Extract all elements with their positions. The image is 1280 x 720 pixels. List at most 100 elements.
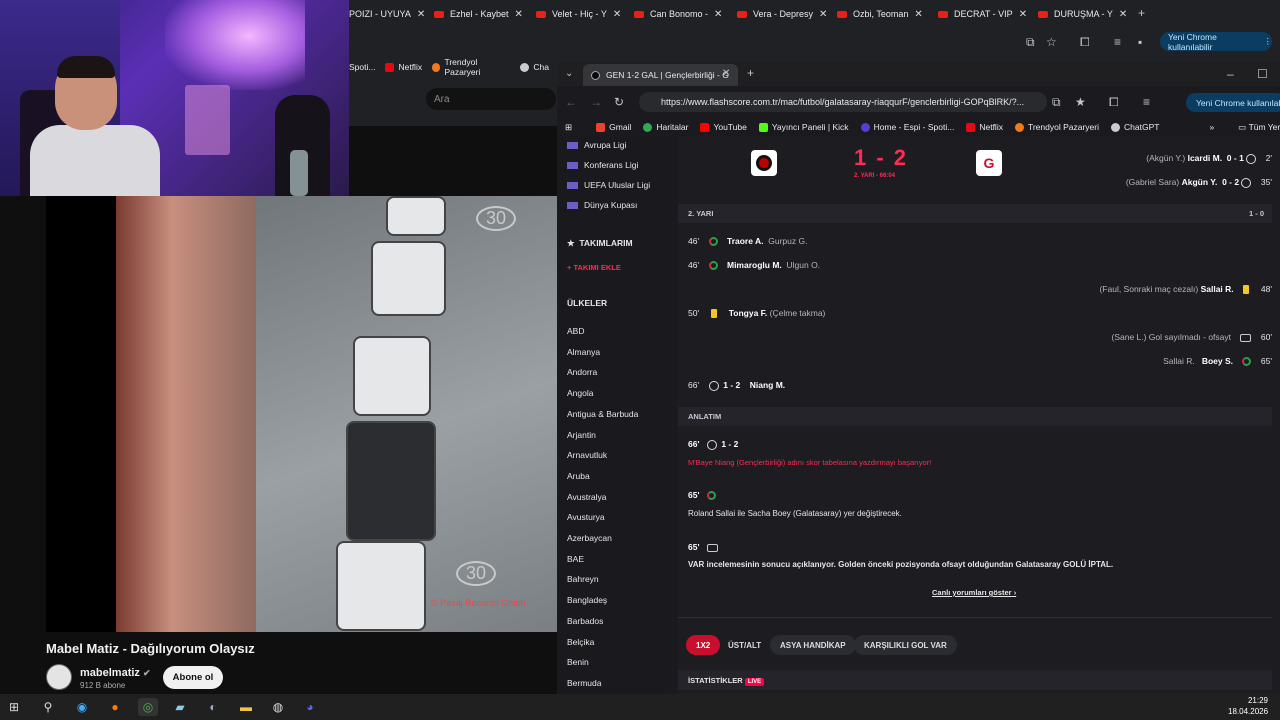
bookmark-maps[interactable]: Haritalar <box>643 122 688 132</box>
tab-1[interactable]: POIZI - UYUYA ✕ <box>349 4 429 24</box>
minimize-icon[interactable]: – <box>1227 67 1234 81</box>
sidebar-country-item[interactable]: Almanya <box>567 347 600 357</box>
flashscore-sidebar: Avrupa Ligi Konferans Ligi UEFA Uluslar … <box>557 136 671 694</box>
address-bar[interactable]: https://www.flashscore.com.tr/mac/futbol… <box>639 92 1047 112</box>
bookmark-netflix[interactable]: Netflix <box>966 122 1003 132</box>
bookmark-trendyol[interactable]: Trendyol Pazaryeri <box>432 57 510 77</box>
bookmark-netflix[interactable]: Netflix <box>385 62 422 72</box>
media-icon[interactable]: ≡ <box>1114 35 1121 49</box>
sidebar-country-item[interactable]: Avustralya <box>567 492 607 502</box>
youtube-icon <box>434 10 444 18</box>
avatar[interactable] <box>46 664 72 690</box>
cast-icon[interactable]: ⧉ <box>1052 95 1061 110</box>
sidebar-country-item[interactable]: Arjantin <box>567 430 596 440</box>
bookmark-trendyol[interactable]: Trendyol Pazaryeri <box>1014 122 1099 132</box>
sidebar-country-item[interactable]: ABD <box>567 326 584 336</box>
substitution-icon <box>708 261 718 271</box>
sidebar-country-item[interactable]: Bangladeş <box>567 595 607 605</box>
tab-flashscore[interactable]: GEN 1-2 GAL | Gençlerbirliği - G <box>583 64 738 86</box>
sidebar-country-item[interactable]: Bahreyn <box>567 574 599 584</box>
sidebar-country-item[interactable]: Bermuda <box>567 678 602 688</box>
tab-over-under[interactable]: ÜST/ALT <box>718 635 771 655</box>
bookmark-spotify[interactable]: Home - Espi - Spoti... <box>860 122 954 132</box>
file-explorer-icon[interactable]: ▬ <box>236 698 256 716</box>
tab-7[interactable]: DECRAT - VIP ✕ <box>938 4 1030 24</box>
subscribe-button[interactable]: Abone ol <box>163 666 223 689</box>
chrome-icon[interactable]: ◎ <box>138 698 158 716</box>
sidebar-item-world-cup[interactable]: Dünya Kupası <box>567 200 637 210</box>
goal-icon <box>1246 153 1257 164</box>
sidebar-country-item[interactable]: Arnavutluk <box>567 450 607 460</box>
back-icon[interactable]: ← <box>565 95 577 109</box>
more-bookmarks-icon[interactable]: » <box>1209 122 1214 132</box>
statistics-header: İSTATİSTİKLER LIVE <box>688 676 765 686</box>
chrome-update-button[interactable]: Yeni Chrome kullanılabilir <box>1186 93 1280 112</box>
search-icon[interactable]: ⚲ <box>38 698 58 716</box>
sidebar-country-item[interactable]: BAE <box>567 554 584 564</box>
delete-icon[interactable]: ▪ <box>1138 35 1142 49</box>
home-team-logo[interactable] <box>751 150 777 176</box>
tab-3[interactable]: Velet - Hiç - Y ✕ <box>536 4 626 24</box>
media-icon[interactable]: ≡ <box>1143 95 1150 109</box>
cast-icon[interactable]: ⧉ <box>1026 35 1035 50</box>
show-comments-link[interactable]: Canlı yorumları göster › <box>932 588 1016 597</box>
substitution-icon <box>708 237 718 247</box>
channel-name[interactable]: mabelmatiz ✔ <box>80 667 151 679</box>
sidebar-country-item[interactable]: Aruba <box>567 471 590 481</box>
bookmark-chatgpt[interactable]: ChatGPT <box>1111 122 1159 132</box>
sidebar-country-item[interactable]: Antigua & Barbuda <box>567 409 638 419</box>
tab-both-teams-score[interactable]: KARŞILIKLI GOL VAR <box>854 635 957 655</box>
tab-asian-handicap[interactable]: ASYA HANDİKAP <box>770 635 856 655</box>
tab-8[interactable]: DURUŞMA - Y ✕ <box>1038 4 1130 24</box>
bookmark-youtube[interactable]: YouTube <box>700 122 747 132</box>
video-player[interactable]: 30 30 © Pasaj Records Gmbh <box>46 196 557 632</box>
commentary-header: ANLATIM <box>678 407 1272 426</box>
firefox-icon[interactable]: ● <box>105 698 125 716</box>
tab-5[interactable]: Vera - Depresy ✕ <box>737 4 827 24</box>
away-team-logo[interactable]: G <box>976 150 1002 176</box>
star-icon[interactable]: ☆ <box>1046 35 1057 49</box>
all-bookmarks[interactable]: ▭ Tüm Yer İşa <box>1238 122 1280 133</box>
extensions-icon[interactable]: ⧠ <box>1109 95 1119 110</box>
obs-icon[interactable]: ◍ <box>268 698 288 716</box>
extensions-icon[interactable]: ⧠ <box>1080 35 1090 50</box>
sidebar-country-item[interactable]: Barbados <box>567 616 603 626</box>
steam-icon[interactable]: ◐ <box>203 698 223 716</box>
chrome-update-button[interactable]: Yeni Chrome kullanılabilir ⋮ <box>1160 32 1272 52</box>
new-tab-icon[interactable]: + <box>1138 6 1145 20</box>
sidebar-country-item[interactable]: Avusturya <box>567 512 605 522</box>
new-tab-icon[interactable]: + <box>747 66 754 80</box>
star-icon[interactable]: ★ <box>1075 95 1086 109</box>
bookmark-spotify[interactable]: Spoti... <box>349 62 375 72</box>
sidebar-country-item[interactable]: Angola <box>567 388 593 398</box>
bookmark-gmail[interactable]: Gmail <box>596 122 631 132</box>
event-sub-46-1: 46' Traore A. Gurpuz G. <box>688 236 808 247</box>
discord-icon[interactable]: ◕ <box>300 698 320 716</box>
close-tab-icon[interactable]: ✕ <box>722 68 730 79</box>
sidebar-item-nations-league[interactable]: UEFA Uluslar Ligi <box>567 180 650 190</box>
youtube-search-input[interactable]: Ara <box>426 88 556 110</box>
app-icon[interactable]: ▰ <box>170 698 190 716</box>
bookmark-chatgpt[interactable]: Cha <box>520 62 549 72</box>
sidebar-item-conference-league[interactable]: Konferans Ligi <box>567 160 638 170</box>
clock-time[interactable]: 21:29 <box>1240 696 1268 705</box>
apps-icon[interactable]: ⊞ <box>565 122 572 133</box>
add-team-link[interactable]: + TAKIMI EKLE <box>567 263 621 272</box>
tab-2[interactable]: Ezhel - Kaybet ✕ <box>434 4 524 24</box>
sidebar-item-europa-league[interactable]: Avrupa Ligi <box>567 140 626 150</box>
maximize-icon[interactable]: ☐ <box>1257 67 1268 81</box>
forward-icon[interactable]: → <box>590 95 602 109</box>
tab-search-icon[interactable]: ⌄ <box>565 68 573 79</box>
tab-4[interactable]: Can Bonomo - ✕ <box>634 4 732 24</box>
edge-icon[interactable]: ◉ <box>72 698 92 716</box>
sidebar-country-item[interactable]: Benin <box>567 657 589 667</box>
start-icon[interactable]: ⊞ <box>4 698 24 716</box>
reload-icon[interactable]: ↻ <box>614 95 624 109</box>
tab-6[interactable]: Ozbi, Teoman ✕ <box>837 4 935 24</box>
tab-1x2[interactable]: 1X2 <box>686 635 721 655</box>
clock-date[interactable]: 18.04.2026 <box>1228 707 1268 716</box>
sidebar-country-item[interactable]: Belçika <box>567 637 594 647</box>
sidebar-country-item[interactable]: Andorra <box>567 367 597 377</box>
sidebar-country-item[interactable]: Azerbaycan <box>567 533 612 543</box>
bookmark-kick[interactable]: Yayıncı Paneli | Kick <box>758 122 849 132</box>
